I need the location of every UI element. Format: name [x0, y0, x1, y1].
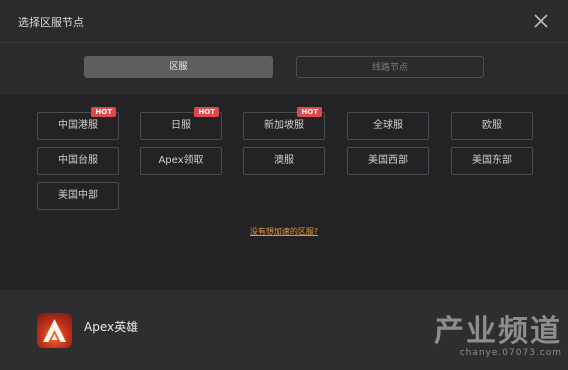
server-label: 美国西部 — [368, 155, 408, 166]
server-label: 美国东部 — [472, 155, 512, 166]
server-label: 新加坡服 — [264, 120, 304, 131]
server-label: 美国中部 — [58, 190, 98, 201]
watermark-url: chanye.07073.com — [459, 348, 562, 358]
tab-bar: 区服 线路节点 — [0, 43, 568, 95]
server-label: 全球服 — [373, 120, 403, 131]
footer-bar: Apex英雄 产业频道 chanye.07073.com — [0, 290, 568, 370]
server-button[interactable]: 中国台服 — [37, 147, 119, 175]
hot-badge: HOT — [194, 107, 219, 117]
server-button[interactable]: 美国东部 — [451, 147, 533, 175]
server-button[interactable]: 美国西部 — [347, 147, 429, 175]
window-title: 选择区服节点 — [18, 16, 84, 29]
server-label: Apex领取 — [158, 155, 204, 166]
server-list-panel: 中国港服 HOT 日服 HOT 新加坡服 HOT 全球服 欧服 中国台服 Ape… — [0, 95, 568, 290]
server-label: 日服 — [171, 120, 191, 131]
server-button[interactable]: Apex领取 — [140, 147, 222, 175]
server-button[interactable]: 中国港服 HOT — [37, 107, 119, 140]
hot-badge: HOT — [297, 107, 322, 117]
close-icon[interactable] — [530, 10, 552, 32]
server-label: 中国港服 — [58, 120, 98, 131]
apex-logo-icon — [37, 313, 72, 348]
server-button[interactable]: 澳服 — [243, 147, 325, 175]
game-name: Apex英雄 — [84, 320, 139, 334]
tab-region[interactable]: 区服 — [84, 56, 273, 78]
server-button[interactable]: 欧服 — [451, 112, 533, 140]
server-button[interactable]: 日服 HOT — [140, 107, 222, 140]
server-button[interactable]: 新加坡服 HOT — [243, 107, 325, 140]
title-bar: 选择区服节点 — [0, 0, 568, 43]
server-label: 中国台服 — [58, 155, 98, 166]
tab-route-node[interactable]: 线路节点 — [296, 56, 484, 78]
server-button[interactable]: 全球服 — [347, 112, 429, 140]
hot-badge: HOT — [91, 107, 116, 117]
watermark-title: 产业频道 — [434, 314, 562, 349]
watermark: 产业频道 chanye.07073.com — [434, 314, 562, 359]
server-button[interactable]: 美国中部 — [37, 182, 119, 210]
missing-server-link[interactable]: 没有想加速的区服? — [0, 226, 568, 237]
server-label: 澳服 — [274, 155, 294, 166]
server-label: 欧服 — [482, 120, 502, 131]
